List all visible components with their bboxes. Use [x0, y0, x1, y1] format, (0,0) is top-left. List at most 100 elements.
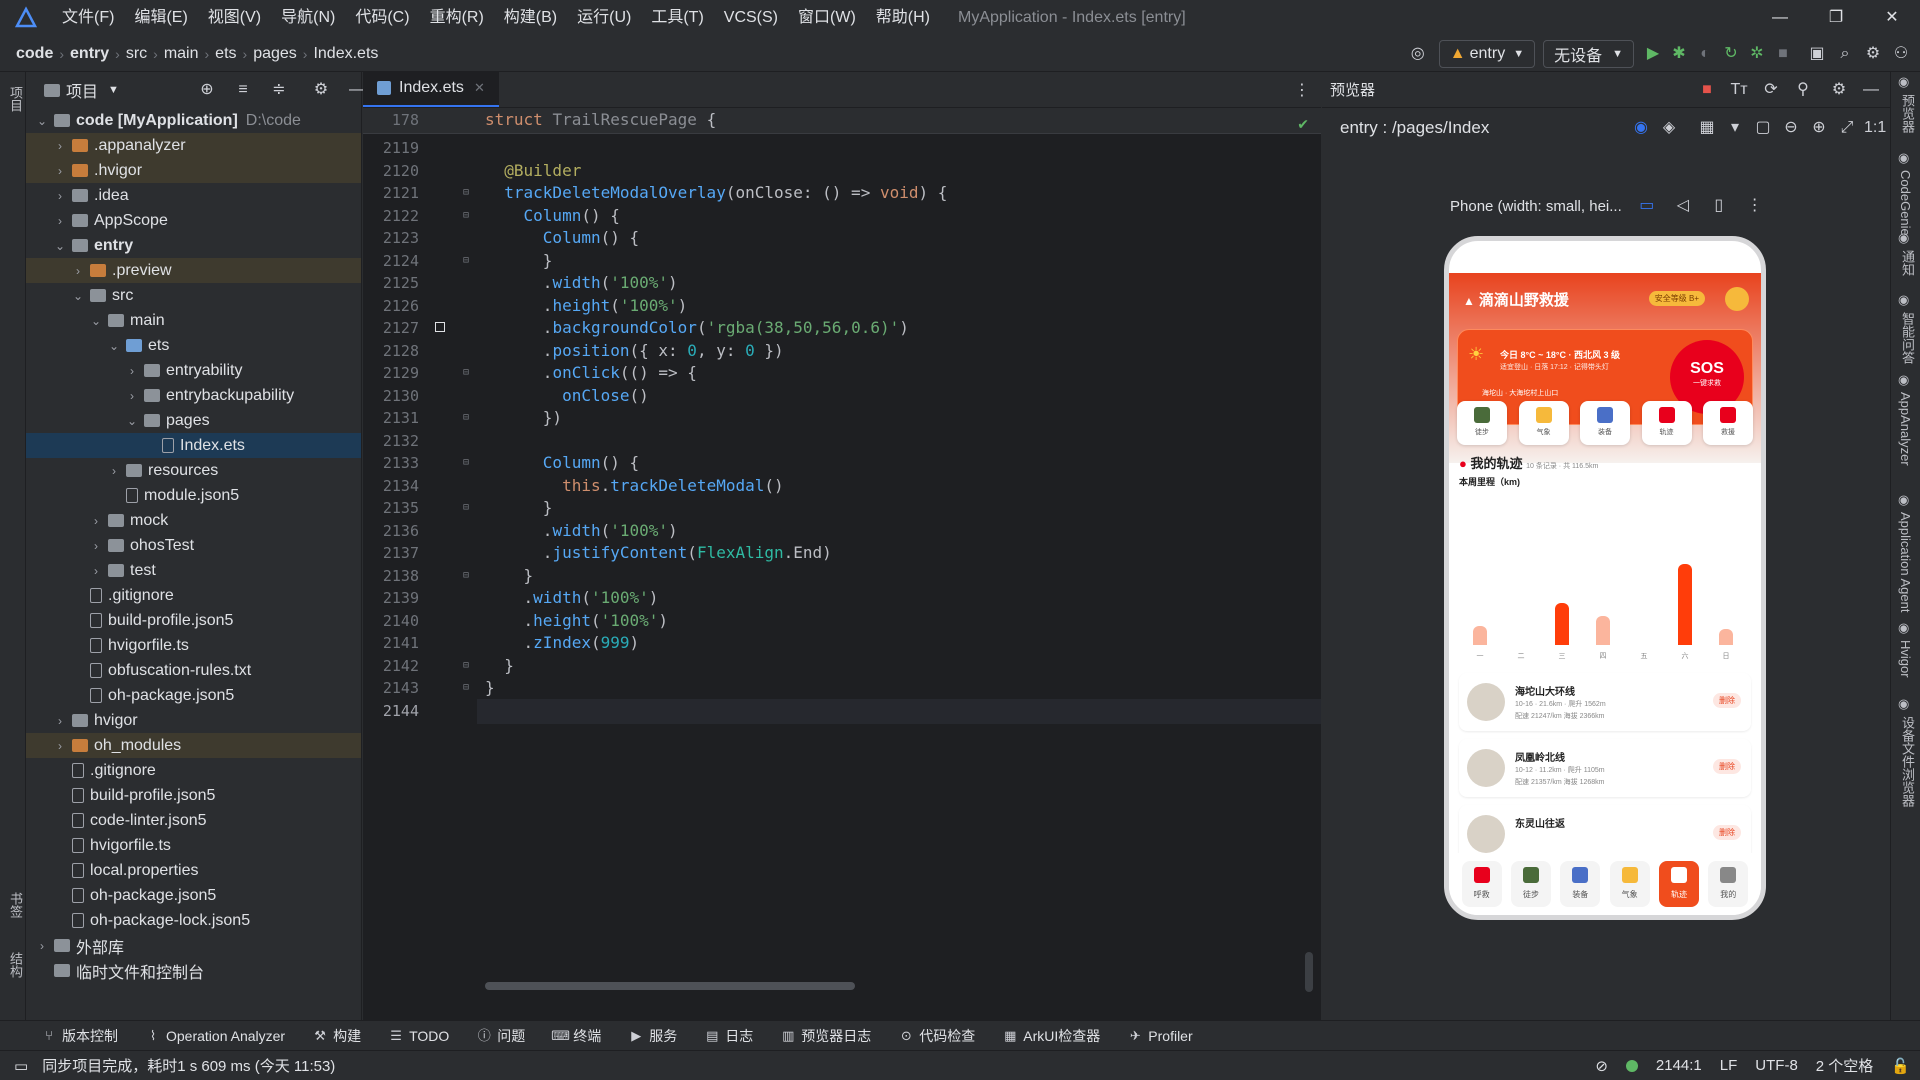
breadcrumb-item[interactable]: pages [251, 45, 299, 63]
nav-item[interactable]: 装备 [1560, 861, 1601, 907]
tree-item[interactable]: › .idea [26, 183, 361, 208]
vertical-scrollbar[interactable] [1305, 952, 1313, 992]
chevron-right-icon[interactable]: › [52, 214, 68, 228]
debug-icon[interactable]: ✱ [1668, 43, 1690, 65]
breadcrumb-item[interactable]: ets [213, 45, 238, 63]
track-card[interactable]: 海坨山大环线 10-16 · 21.6km · 爬升 1562m 配速 21247/… [1459, 673, 1751, 731]
layout-icon[interactable]: ▭ [14, 1057, 28, 1075]
device-selector[interactable]: 无设备 ▼ [1543, 40, 1634, 68]
quick-action[interactable]: 装备 [1580, 401, 1630, 445]
readonly-icon[interactable]: 🔓 [1891, 1057, 1910, 1075]
tree-item[interactable]: › .hvigor [26, 158, 361, 183]
tool-window-icon[interactable]: ◉ [1898, 74, 1909, 90]
chevron-right-icon[interactable]: › [88, 564, 104, 578]
chevron-down-icon[interactable]: ⌄ [52, 239, 68, 253]
bottom-tool-tab[interactable]: ⊙ 代码检查 [897, 1025, 975, 1047]
track-delete-button[interactable]: 删除 [1713, 759, 1741, 774]
fold-icon[interactable]: ⊟ [463, 412, 469, 423]
bottom-tool-tab[interactable]: ▶ 服务 [627, 1025, 677, 1047]
code-line[interactable]: } [485, 251, 553, 270]
chevron-right-icon[interactable]: › [106, 464, 122, 478]
breadcrumb-item[interactable]: Index.ets [311, 45, 380, 63]
bottom-tool-tab[interactable]: ▦ ArkUI检查器 [1001, 1025, 1100, 1047]
code-line[interactable]: onClose() [485, 386, 649, 405]
chevron-right-icon[interactable]: › [52, 714, 68, 728]
code-line[interactable]: trackDeleteModalOverlay(onClose: () => v… [485, 183, 947, 202]
no-sync-icon[interactable]: ⊘ [1595, 1057, 1608, 1075]
tool-window-icon[interactable]: ◉ [1898, 696, 1909, 712]
tree-item[interactable]: › test [26, 558, 361, 583]
nav-item[interactable]: 轨迹 [1658, 861, 1699, 907]
project-tool-tab[interactable]: 项目 [6, 86, 25, 112]
search-icon[interactable]: ⌕ [1834, 43, 1856, 65]
tree-item[interactable]: ⌄ src [26, 283, 361, 308]
right-tool-tab[interactable]: 智能问答 [1898, 312, 1917, 364]
status-ok-icon[interactable] [1625, 1059, 1638, 1072]
chevron-down-icon[interactable]: ⌄ [124, 414, 140, 428]
tree-item[interactable]: build-profile.json5 [26, 783, 361, 808]
tree-item[interactable]: hvigorfile.ts [26, 633, 361, 658]
preview-mode-icon[interactable]: ◉ [1630, 117, 1652, 139]
code-line[interactable]: .backgroundColor('rgba(38,50,56,0.6)') [485, 318, 909, 337]
menu-item[interactable]: 窗口(W) [788, 0, 866, 36]
tree-item[interactable]: Index.ets [26, 433, 361, 458]
chevron-down-icon[interactable]: ⌄ [88, 314, 104, 328]
structure-tool-tab[interactable]: 结构 [6, 952, 25, 978]
stop-preview-icon[interactable]: ■ [1696, 79, 1718, 101]
fold-icon[interactable]: ⊟ [463, 367, 469, 378]
more-options-icon[interactable]: ⋮ [1291, 80, 1313, 102]
fold-icon[interactable]: ⊟ [463, 660, 469, 671]
gear-icon[interactable]: ⚙ [1828, 79, 1850, 101]
tree-item[interactable]: › 外部库 [26, 933, 361, 958]
reload-icon[interactable]: ↻ [1720, 43, 1742, 65]
bottom-tool-tab[interactable]: ✈ Profiler [1126, 1025, 1193, 1047]
line-separator[interactable]: LF [1720, 1057, 1738, 1074]
hide-icon[interactable]: — [1860, 79, 1882, 101]
chevron-right-icon[interactable]: › [34, 939, 50, 953]
code-line[interactable]: .height('100%') [485, 296, 688, 315]
bottom-tool-tab[interactable]: ⌨ 终端 [551, 1025, 601, 1047]
chevron-down-icon[interactable]: ⌄ [106, 339, 122, 353]
run-icon[interactable]: ▶ [1642, 43, 1664, 65]
menu-item[interactable]: 代码(C) [345, 0, 419, 36]
tree-item[interactable]: ⌄ code [MyApplication] D:\code [26, 108, 361, 133]
fold-icon[interactable]: ⊟ [463, 502, 469, 513]
phone-preview[interactable]: ▲ 滴滴山野救援 安全等级 B+ ☀ 今日 8°C ~ 18°C · 西北风 3 … [1444, 236, 1766, 920]
bottom-tool-tab[interactable]: ⓘ 问题 [475, 1025, 526, 1047]
chevron-down-icon[interactable]: ⌄ [70, 289, 86, 303]
tree-item[interactable]: oh-package.json5 [26, 883, 361, 908]
collapse-all-icon[interactable]: ≑ [268, 79, 290, 101]
tree-item[interactable]: .gitignore [26, 758, 361, 783]
layers-icon[interactable]: ◈ [1658, 117, 1680, 139]
horizontal-scrollbar[interactable] [485, 982, 855, 990]
quick-action[interactable]: 徒步 [1457, 401, 1507, 445]
code-area[interactable]: 178 struct TrailRescuePage {2119 2120 @Bui… [363, 108, 1321, 988]
chevron-right-icon[interactable]: › [124, 389, 140, 403]
project-panel-title[interactable]: 项目 [66, 78, 98, 102]
code-line[interactable]: .zIndex(999) [485, 633, 640, 652]
bottom-tool-tab[interactable]: ☰ TODO [387, 1025, 449, 1047]
tree-item[interactable]: .gitignore [26, 583, 361, 608]
code-line[interactable]: .width('100%') [485, 588, 659, 607]
code-line[interactable]: } [485, 498, 553, 517]
nav-item[interactable]: 呼救 [1461, 861, 1502, 907]
file-encoding[interactable]: UTF-8 [1755, 1057, 1798, 1074]
bottom-tool-tab[interactable]: ▥ 预览器日志 [779, 1025, 871, 1047]
menu-item[interactable]: 视图(V) [198, 0, 271, 36]
tree-item[interactable]: › entrybackupability [26, 383, 361, 408]
bottom-tool-tab[interactable]: ⚒ 构建 [311, 1025, 361, 1047]
tree-item[interactable]: code-linter.json5 [26, 808, 361, 833]
tree-item[interactable]: › mock [26, 508, 361, 533]
code-line[interactable]: .justifyContent(FlexAlign.End) [485, 543, 832, 562]
tree-item[interactable]: ⌄ pages [26, 408, 361, 433]
chevron-down-icon[interactable]: ▼ [108, 84, 119, 96]
code-line[interactable]: } [485, 678, 495, 697]
more-options-icon[interactable]: ⋮ [1744, 195, 1766, 217]
fold-icon[interactable]: ⊟ [463, 255, 469, 266]
target-icon[interactable]: ◎ [1407, 43, 1429, 65]
tool-window-icon[interactable]: ◉ [1898, 292, 1909, 308]
profile-icon[interactable]: ✲ [1746, 43, 1768, 65]
chevron-right-icon[interactable]: › [70, 264, 86, 278]
fold-icon[interactable]: ⊟ [463, 682, 469, 693]
breadcrumb-item[interactable]: entry [68, 45, 111, 63]
